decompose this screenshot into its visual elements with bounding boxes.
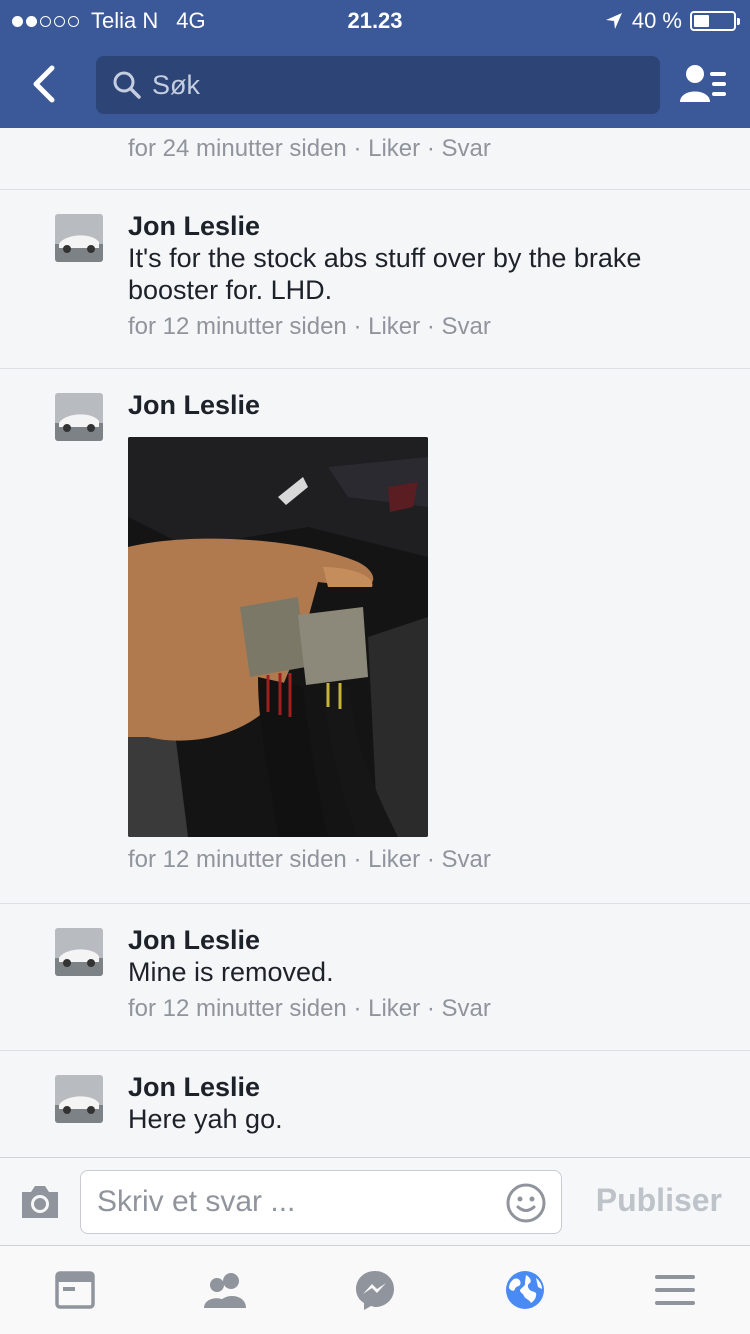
tab-notifications[interactable] [495,1260,555,1320]
comment-text: It's for the stock abs stuff over by the… [128,243,642,305]
comment-timestamp: for 24 minutter siden [128,135,347,162]
tab-bar [0,1246,750,1334]
comment-meta: for 12 minutter siden · Liker · Svar [128,846,491,873]
battery-icon [690,11,740,31]
globe-icon [506,1271,544,1309]
reply-link[interactable]: Svar [442,135,491,162]
avatar[interactable] [55,1075,103,1123]
tab-messenger[interactable] [345,1260,405,1320]
status-bar: Telia N 4G 21.23 40 % [0,0,750,40]
comment-item: Jon Leslie Here yah go. [0,1051,750,1157]
comment-meta: for 12 minutter siden · Liker · Svar [128,313,491,340]
comment-author[interactable]: Jon Leslie [128,924,710,956]
reply-bar: Publiser [0,1157,750,1246]
avatar[interactable] [55,214,103,262]
back-chevron-icon[interactable] [24,60,68,108]
comment-author[interactable]: Jon Leslie [128,1071,710,1103]
location-arrow-icon [605,13,622,29]
friends-list-icon[interactable] [678,62,728,106]
comment-item: Jon Leslie It's for the stock abs stuff … [0,190,750,369]
comments-list: for 24 minutter siden · Liker · Svar Jon… [0,128,750,1157]
battery-percent: 40 % [631,8,682,33]
comment-timestamp: for 12 minutter siden [128,846,347,873]
comment-item: for 24 minutter siden · Liker · Svar [0,128,750,190]
tab-friends[interactable] [195,1260,255,1320]
comment-timestamp: for 12 minutter siden [128,313,347,340]
publish-button[interactable]: Publiser [596,1182,722,1219]
menu-icon [655,1275,695,1305]
comment-meta: for 12 minutter siden · Liker · Svar [128,995,491,1022]
tab-news-feed[interactable] [45,1260,105,1320]
top-bar: Telia N 4G 21.23 40 % [0,0,750,128]
comment-text: Mine is removed. [128,957,334,987]
search-icon [113,71,141,99]
reply-link[interactable]: Svar [442,313,491,340]
comment-author[interactable]: Jon Leslie [128,389,710,421]
tab-menu[interactable] [645,1260,705,1320]
comment-photo[interactable] [128,437,428,837]
like-link[interactable]: Liker [368,135,420,162]
messenger-icon [356,1271,394,1310]
comment-author[interactable]: Jon Leslie [128,210,710,242]
emoji-smiley-icon[interactable] [505,1182,547,1224]
search-box[interactable] [96,56,660,114]
search-input[interactable] [152,66,642,104]
avatar[interactable] [55,928,103,976]
like-link[interactable]: Liker [368,846,420,873]
comment-timestamp: for 12 minutter siden [128,995,347,1022]
comment-item: Jon Leslie Mine is removed. for 12 minut… [0,904,750,1051]
friends-icon [204,1273,246,1308]
avatar[interactable] [55,393,103,441]
like-link[interactable]: Liker [368,313,420,340]
news-feed-icon [55,1271,95,1309]
camera-icon[interactable] [18,1182,62,1222]
comment-meta: for 24 minutter siden · Liker · Svar [128,135,491,162]
comment-text: Here yah go. [128,1104,283,1134]
comment-item: Jon Leslie for 12 minutter siden · Liker… [0,369,750,904]
reply-field[interactable] [80,1170,562,1234]
reply-link[interactable]: Svar [442,846,491,873]
reply-link[interactable]: Svar [442,995,491,1022]
like-link[interactable]: Liker [368,995,420,1022]
reply-input[interactable] [97,1183,497,1221]
